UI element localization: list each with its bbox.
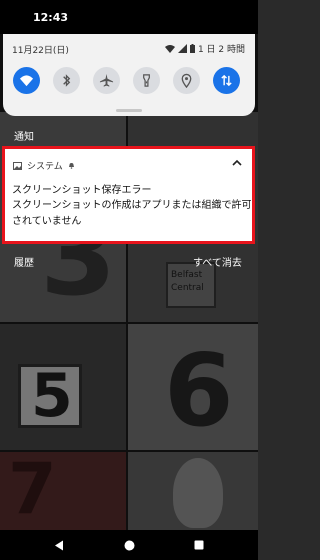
qs-date: 11月22日(日) — [12, 46, 69, 56]
mobile-data-toggle[interactable] — [213, 67, 240, 94]
back-icon — [55, 540, 63, 550]
recents-button[interactable] — [192, 538, 206, 552]
data-transfer-icon — [221, 74, 232, 87]
home-button[interactable] — [122, 538, 136, 552]
wifi-status-icon — [164, 44, 175, 53]
navigation-bar — [0, 530, 258, 560]
alert-bell-icon — [68, 163, 74, 169]
airplane-toggle[interactable] — [93, 67, 120, 94]
airplane-icon — [99, 73, 114, 87]
wifi-icon — [19, 75, 34, 87]
notifications-section-label: 通知 — [14, 132, 34, 143]
flashlight-icon — [143, 74, 150, 87]
back-button[interactable] — [52, 538, 66, 552]
wifi-toggle[interactable] — [13, 67, 40, 94]
qs-status: 1 日 2 時間 — [164, 42, 245, 55]
home-icon — [124, 540, 134, 550]
bluetooth-icon — [63, 74, 71, 87]
status-time: 12:43 — [33, 11, 69, 24]
bluetooth-toggle[interactable] — [53, 67, 80, 94]
battery-text: 1 日 2 時間 — [197, 45, 245, 55]
recents-icon — [194, 540, 204, 550]
notification-card[interactable]: システム スクリーンショット保存エラー スクリーンショットの作成はアプリまたは組… — [2, 146, 255, 244]
history-button[interactable]: 履歴 — [14, 254, 34, 269]
signal-icon — [177, 44, 187, 53]
status-bar: 12:43 — [0, 0, 258, 34]
notification-title: スクリーンショット保存エラー — [12, 185, 152, 196]
battery-icon — [189, 44, 195, 53]
qs-drag-handle[interactable] — [116, 109, 142, 112]
clear-all-button[interactable]: すべて消去 — [193, 254, 242, 269]
location-toggle[interactable] — [173, 67, 200, 94]
flashlight-toggle[interactable] — [133, 67, 160, 94]
collapse-chevron-icon[interactable] — [231, 158, 243, 168]
notification-body: スクリーンショットの作成はアプリまたは組織で許可されていません — [12, 200, 252, 227]
location-icon — [181, 73, 192, 88]
quick-settings-panel: 11月22日(日) 1 日 2 時間 — [3, 34, 255, 116]
notification-header: システム — [13, 159, 75, 172]
screenshot-app-icon — [13, 161, 22, 170]
notification-app-name: システム — [27, 162, 63, 172]
